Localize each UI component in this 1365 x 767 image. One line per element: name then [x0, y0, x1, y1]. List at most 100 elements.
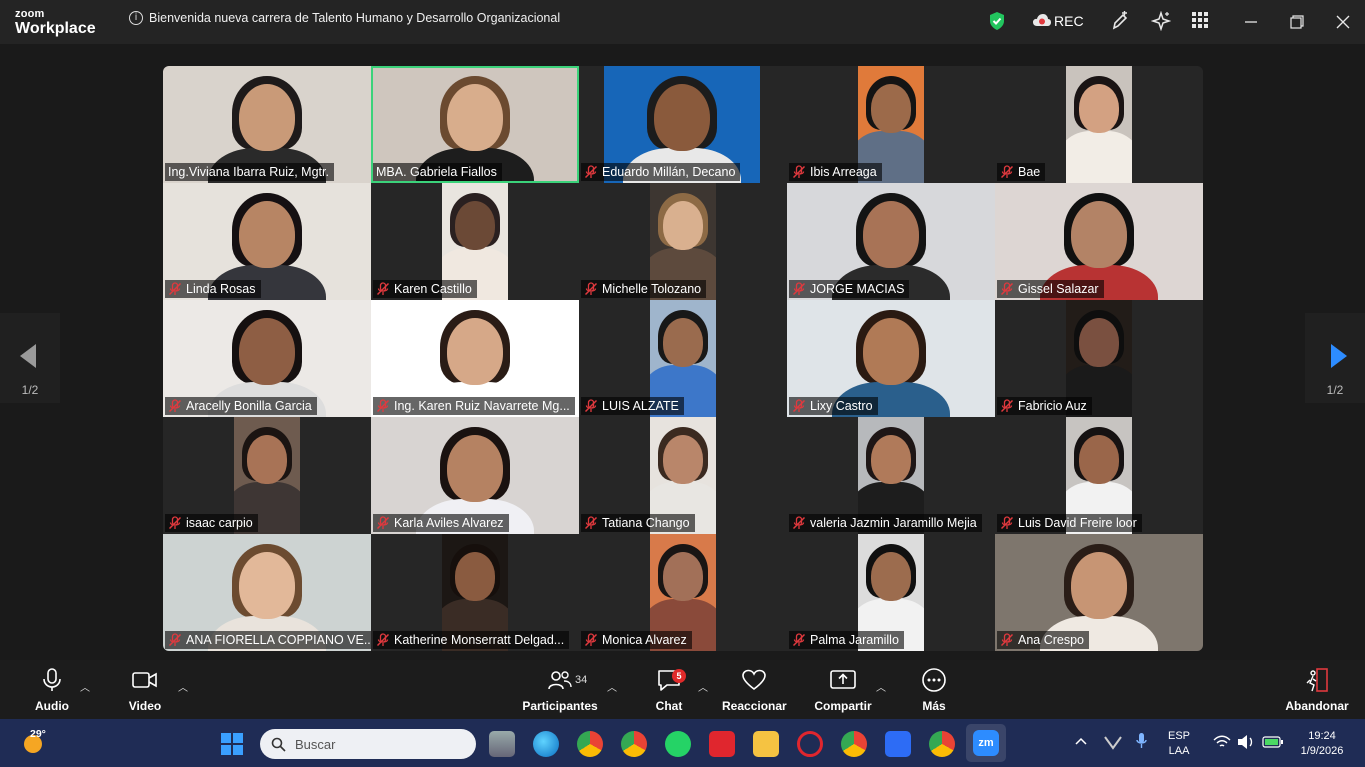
participant-face: [662, 552, 704, 602]
volume-icon[interactable]: [1237, 734, 1255, 750]
participant-tile[interactable]: Lixy Castro: [787, 300, 995, 417]
ai-companion-icon[interactable]: [1151, 11, 1171, 31]
participant-tile[interactable]: Monica Alvarez: [579, 534, 787, 651]
next-page-button[interactable]: 1/2: [1305, 313, 1365, 403]
participant-name: Katherine Monserratt Delgad...: [394, 633, 565, 647]
keyboard-layout: LAA: [1168, 745, 1190, 757]
participant-tile[interactable]: LUIS ALZATE: [579, 300, 787, 417]
chrome-icon[interactable]: [577, 731, 603, 757]
participant-tile[interactable]: Aracelly Bonilla Garcia: [163, 300, 371, 417]
more-button[interactable]: Más: [915, 668, 953, 713]
close-icon[interactable]: [1328, 8, 1358, 36]
battery-icon[interactable]: [1262, 736, 1284, 748]
participant-tile[interactable]: Karla Aviles Alvarez: [371, 417, 579, 534]
clock[interactable]: 19:24 1/9/2026: [1294, 729, 1350, 759]
rec-label[interactable]: REC: [1054, 13, 1084, 29]
video-button[interactable]: Video: [127, 668, 163, 713]
participant-name-tag: Monica Alvarez: [581, 631, 692, 649]
participant-face: [870, 435, 912, 485]
participant-name: Palma Jaramillo: [810, 633, 899, 647]
audio-options-caret[interactable]: ︿: [80, 679, 90, 694]
input-language[interactable]: ESP LAA: [1168, 729, 1190, 759]
participant-video: [1066, 66, 1132, 183]
opera-icon[interactable]: [797, 731, 823, 757]
previous-page-button[interactable]: 1/2: [0, 313, 60, 403]
participant-tile[interactable]: Tatiana Chango: [579, 417, 787, 534]
participant-tile[interactable]: Ing.Viviana Ibarra Ruiz, Mgtr.: [163, 66, 371, 183]
mic-tray-icon[interactable]: [1134, 732, 1156, 752]
participant-tile[interactable]: Gissel Salazar: [995, 183, 1203, 300]
participant-name: Lixy Castro: [810, 399, 873, 413]
more-dots-icon: [922, 668, 946, 692]
participant-tile[interactable]: valeria Jazmin Jaramillo Mejia: [787, 417, 995, 534]
participant-face: [239, 552, 295, 620]
react-button[interactable]: Reaccionar: [722, 668, 787, 713]
participant-tile[interactable]: Ibis Arreaga: [787, 66, 995, 183]
participant-tile[interactable]: isaac carpio: [163, 417, 371, 534]
task-view-icon[interactable]: [489, 731, 515, 757]
restore-icon[interactable]: [1282, 8, 1312, 36]
nvidia-icon[interactable]: [1104, 734, 1122, 750]
participant-tile[interactable]: Michelle Tolozano: [579, 183, 787, 300]
apps-grid-icon[interactable]: [1191, 11, 1209, 29]
participant-tile[interactable]: Luis David Freire loor: [995, 417, 1203, 534]
muted-microphone-icon: [1000, 516, 1014, 530]
participant-name: Ana Crespo: [1018, 633, 1085, 647]
participant-name: Monica Alvarez: [602, 633, 687, 647]
leave-button[interactable]: Abandonar: [1285, 668, 1349, 713]
edge-browser-icon[interactable]: [533, 731, 559, 757]
show-hidden-icons-chevron[interactable]: [1075, 737, 1087, 745]
share-options-caret[interactable]: ︿: [876, 679, 886, 694]
zoom-taskbar-button[interactable]: zm: [966, 724, 1006, 762]
participant-tile[interactable]: Fabricio Auz: [995, 300, 1203, 417]
participant-tile[interactable]: MBA. Gabriela Fiallos: [371, 66, 579, 183]
minimize-icon[interactable]: [1236, 8, 1266, 36]
chat-options-caret[interactable]: ︿: [698, 679, 708, 694]
chrome-app-icon[interactable]: [841, 731, 867, 757]
participant-face: [870, 552, 912, 602]
participant-face: [1078, 318, 1120, 368]
microphone-icon: [43, 668, 61, 691]
more-label: Más: [922, 699, 946, 713]
chrome-profile-icon[interactable]: [621, 731, 647, 757]
info-icon[interactable]: i: [129, 11, 143, 25]
participant-tile[interactable]: Palma Jaramillo: [787, 534, 995, 651]
participant-tile[interactable]: JORGE MACIAS: [787, 183, 995, 300]
wifi-icon[interactable]: [1213, 735, 1231, 749]
annotate-pen-icon[interactable]: [1111, 11, 1129, 31]
participant-tile[interactable]: Karen Castillo: [371, 183, 579, 300]
title-bar: zoom Workplace i Bienvenida nueva carrer…: [0, 0, 1365, 44]
windows-start-icon[interactable]: [220, 732, 244, 756]
roblox-icon[interactable]: [885, 731, 911, 757]
participant-tile[interactable]: Linda Rosas: [163, 183, 371, 300]
participant-tile[interactable]: Katherine Monserratt Delgad...: [371, 534, 579, 651]
participant-tile[interactable]: Eduardo Millán, Decano: [579, 66, 787, 183]
participants-icon: [548, 671, 572, 690]
shield-icon[interactable]: [988, 11, 1006, 31]
audio-label: Audio: [35, 699, 69, 713]
chrome-secondary-icon[interactable]: [929, 731, 955, 757]
participant-face: [863, 318, 919, 386]
participant-tile[interactable]: Bae: [995, 66, 1203, 183]
participant-tile[interactable]: ANA FIORELLA COPPIANO VE...: [163, 534, 371, 651]
muted-microphone-icon: [584, 633, 598, 647]
participant-tile[interactable]: Ing. Karen Ruiz Navarrete Mg...: [371, 300, 579, 417]
participant-name-tag: MBA. Gabriela Fiallos: [373, 163, 502, 181]
participant-name-tag: Bae: [997, 163, 1046, 181]
participant-body: [1066, 130, 1132, 183]
participant-tile[interactable]: Ana Crespo: [995, 534, 1203, 651]
wps-office-icon[interactable]: [709, 731, 735, 757]
video-options-caret[interactable]: ︿: [178, 679, 188, 694]
muted-microphone-icon: [792, 165, 806, 179]
muted-microphone-icon: [792, 282, 806, 296]
participants-options-caret[interactable]: ︿: [607, 679, 617, 694]
logo-top: zoom: [15, 8, 45, 20]
taskbar-search[interactable]: Buscar: [260, 729, 476, 759]
cloud-record-icon[interactable]: [1032, 12, 1052, 28]
search-placeholder: Buscar: [295, 737, 336, 752]
audio-button[interactable]: Audio: [34, 668, 70, 713]
share-button[interactable]: Compartir: [813, 668, 873, 713]
whatsapp-icon[interactable]: [665, 731, 691, 757]
file-explorer-icon[interactable]: [753, 731, 779, 757]
participant-name-tag: Linda Rosas: [165, 280, 261, 298]
